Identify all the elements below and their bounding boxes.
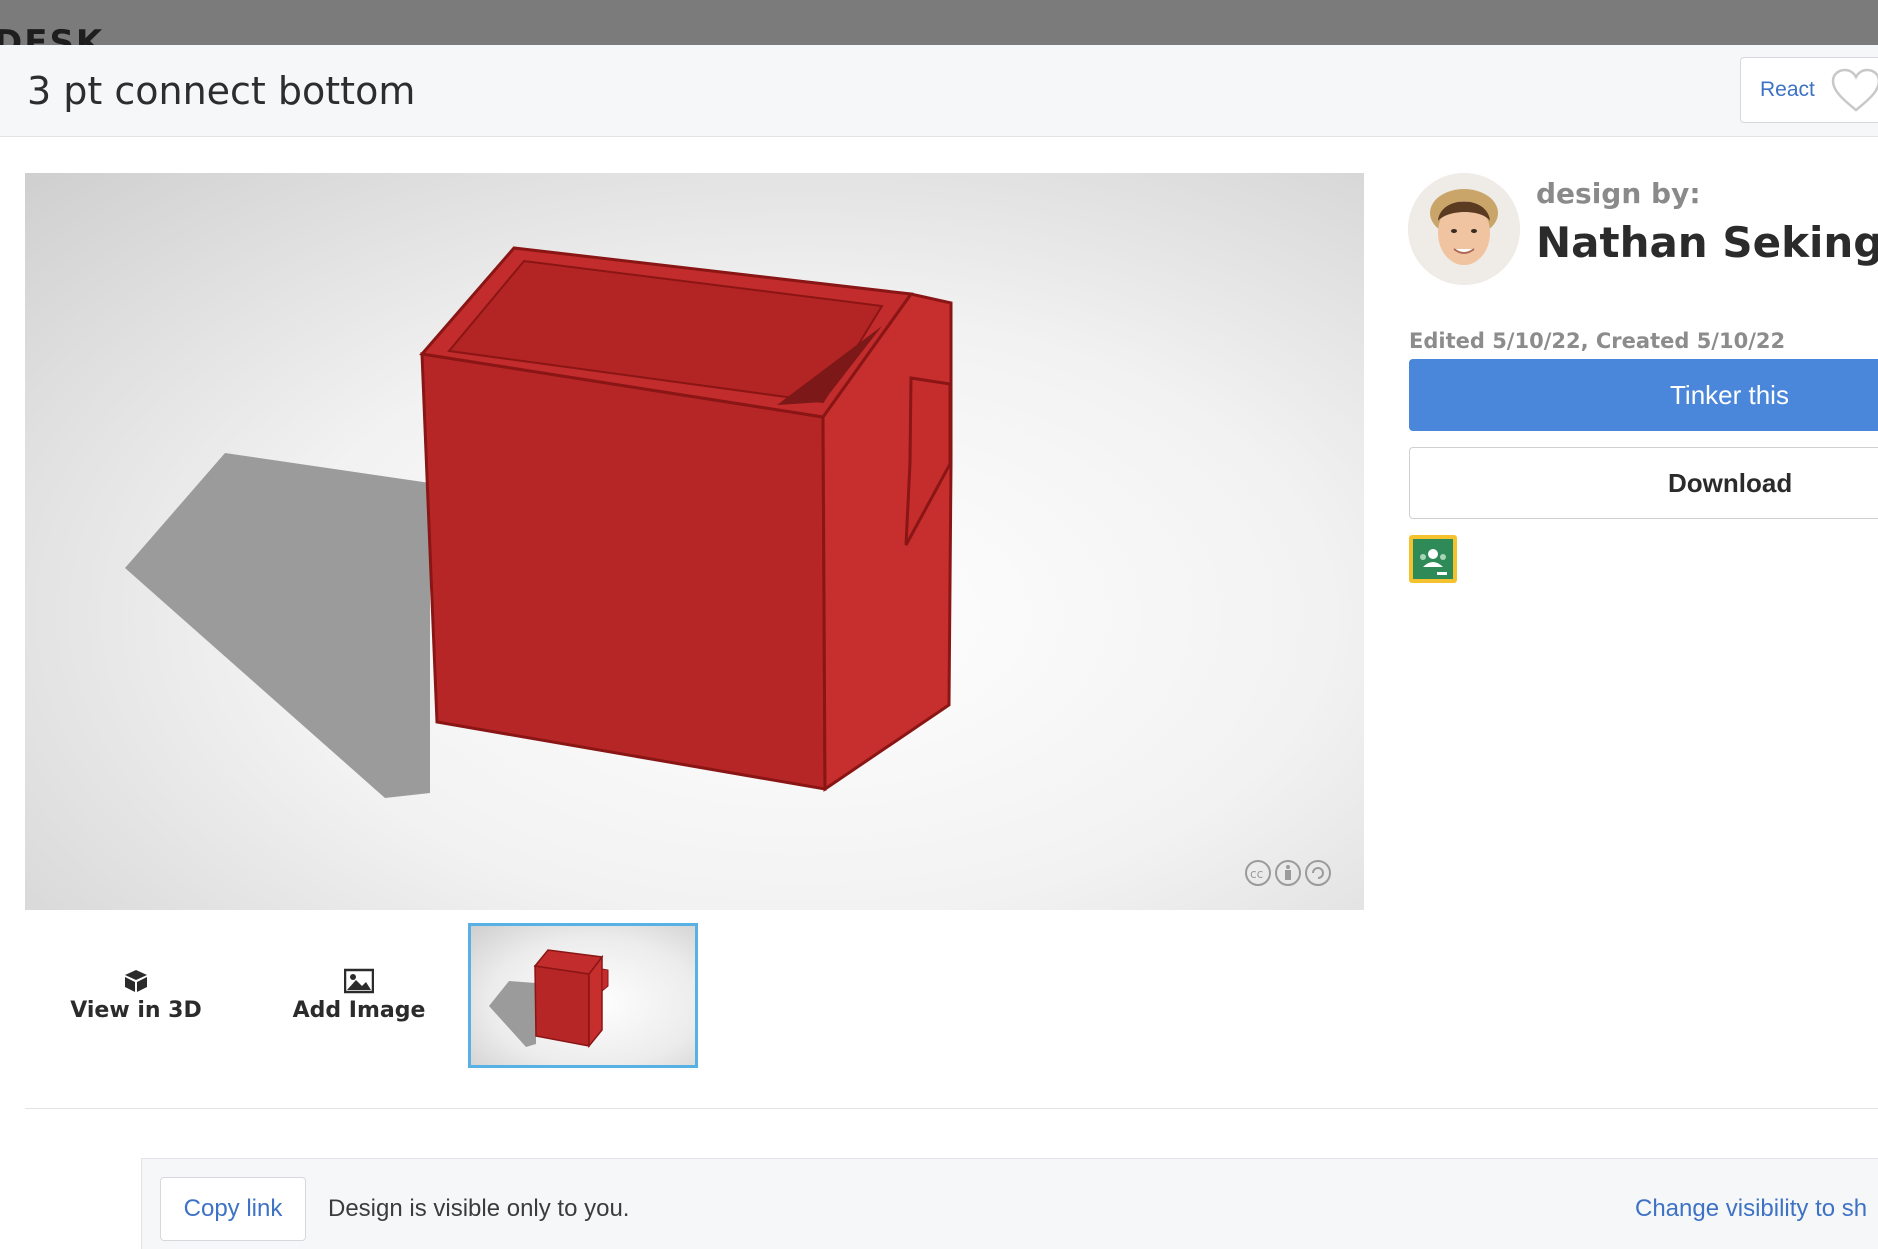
react-button[interactable]: React (1740, 57, 1878, 123)
add-image-label: Add Image (292, 998, 426, 1023)
image-icon (344, 968, 374, 994)
model-shadow (125, 453, 430, 798)
section-divider (25, 1108, 1878, 1109)
design-title-bar: 3 pt connect bottom React (0, 45, 1878, 137)
designer-caption: design by: (1536, 177, 1701, 210)
edit-created-dates: Edited 5/10/22, Created 5/10/22 (1409, 329, 1786, 353)
design-preview-image[interactable]: cc (25, 173, 1364, 910)
page-title: 3 pt connect bottom (27, 69, 416, 113)
attribution-icon (1275, 860, 1301, 886)
cc-license-icons: cc (1245, 860, 1331, 886)
tinker-this-button[interactable]: Tinker this (1409, 359, 1878, 431)
google-classroom-button[interactable] (1409, 535, 1457, 583)
selected-image-thumbnail[interactable] (468, 923, 698, 1068)
cc-icon: cc (1245, 860, 1271, 886)
designer-name-link[interactable]: Nathan Sekinger (1536, 218, 1878, 267)
change-visibility-link[interactable]: Change visibility to sh (1635, 1195, 1867, 1223)
3d-model-render (125, 246, 953, 798)
view-in-3d-button[interactable]: View in 3D (51, 968, 221, 1023)
cube-icon (125, 970, 147, 992)
model-front-face (420, 352, 827, 791)
svg-text:cc: cc (1250, 867, 1263, 881)
top-navigation-bar: DESK (0, 0, 1878, 45)
react-label: React (1760, 78, 1815, 101)
copy-link-button[interactable]: Copy link (160, 1177, 306, 1241)
add-image-button[interactable]: Add Image (274, 968, 444, 1023)
heart-icon (1831, 68, 1878, 112)
share-bar: Copy link Design is visible only to you.… (141, 1158, 1878, 1249)
download-button[interactable]: Download (1409, 447, 1878, 519)
share-alike-icon (1305, 860, 1331, 886)
brand-logo-text[interactable]: DESK (0, 26, 104, 45)
visibility-status-text: Design is visible only to you. (328, 1195, 630, 1222)
google-classroom-icon (1413, 539, 1453, 579)
designer-portrait (1408, 173, 1520, 285)
designer-avatar[interactable] (1408, 173, 1520, 285)
view-in-3d-label: View in 3D (70, 998, 202, 1023)
thumbnail-model-render (489, 949, 609, 1049)
